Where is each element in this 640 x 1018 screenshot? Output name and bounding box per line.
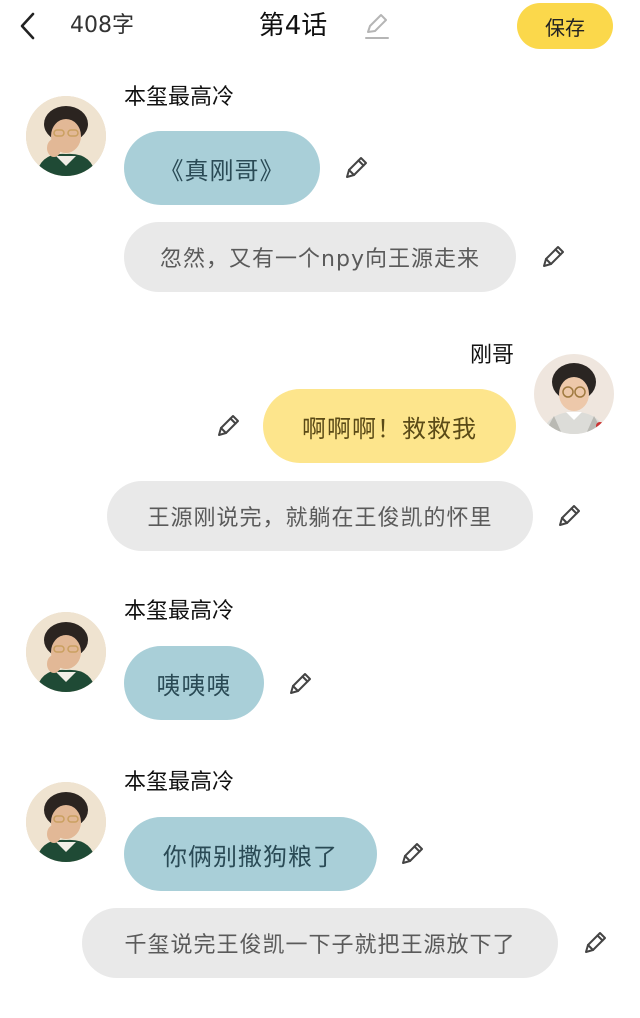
speaker-name: 本玺最高冷	[124, 85, 235, 110]
message-bubble[interactable]: 你俩别撒狗粮了	[124, 817, 377, 891]
avatar[interactable]	[26, 782, 106, 862]
message-bubble[interactable]: 咦咦咦	[124, 646, 264, 720]
pencil-icon	[554, 501, 584, 531]
message-bubble[interactable]: 《真刚哥》	[124, 131, 320, 205]
pencil-icon	[213, 411, 243, 441]
edit-title-button[interactable]	[360, 10, 394, 42]
narration-bubble[interactable]: 千玺说完王俊凯一下子就把王源放下了	[82, 908, 558, 978]
edit-message-button[interactable]	[397, 839, 427, 869]
pencil-icon	[341, 153, 371, 183]
edit-message-button[interactable]	[341, 153, 371, 183]
speaker-name: 本玺最高冷	[124, 770, 235, 795]
speaker-name: 本玺最高冷	[124, 599, 235, 624]
avatar[interactable]	[534, 354, 614, 434]
pencil-icon	[285, 669, 315, 699]
avatar-image	[534, 354, 614, 434]
edit-narration-button[interactable]	[580, 928, 610, 958]
pencil-icon	[397, 839, 427, 869]
avatar[interactable]	[26, 96, 106, 176]
narration-bubble[interactable]: 忽然，又有一个npy向王源走来	[124, 222, 516, 292]
narration-bubble[interactable]: 王源刚说完，就躺在王俊凯的怀里	[107, 481, 533, 551]
edit-narration-button[interactable]	[554, 501, 584, 531]
pencil-icon	[365, 14, 389, 39]
message-bubble[interactable]: 啊啊啊！救救我	[263, 389, 516, 463]
avatar-image	[26, 612, 106, 692]
edit-message-button[interactable]	[285, 669, 315, 699]
speaker-name: 刚哥	[469, 343, 514, 368]
edit-message-button[interactable]	[213, 411, 243, 441]
avatar-image	[26, 782, 106, 862]
avatar[interactable]	[26, 612, 106, 692]
save-button[interactable]: 保存	[517, 3, 613, 49]
page-title: 第4话	[258, 11, 328, 41]
pencil-icon	[580, 928, 610, 958]
avatar-image	[26, 96, 106, 176]
edit-narration-button[interactable]	[538, 242, 568, 272]
pencil-icon	[538, 242, 568, 272]
